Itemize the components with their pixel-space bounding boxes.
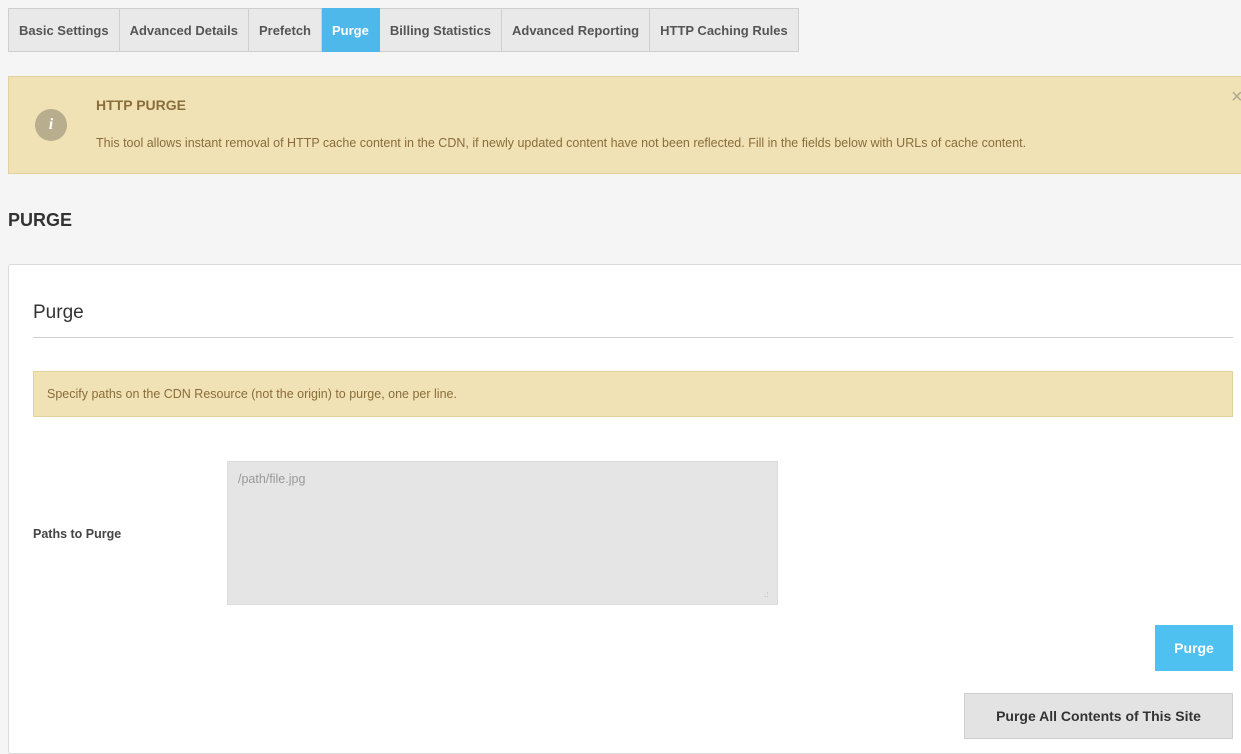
tab-basic-settings[interactable]: Basic Settings (8, 8, 120, 52)
panel-divider (33, 337, 1233, 338)
tab-advanced-reporting[interactable]: Advanced Reporting (501, 8, 651, 52)
tab-http-caching-rules[interactable]: HTTP Caching Rules (650, 8, 799, 52)
purge-instructions-note: Specify paths on the CDN Resource (not t… (33, 371, 1233, 417)
close-icon[interactable]: × (1231, 87, 1241, 107)
tab-bar: Basic Settings Advanced Details Prefetch… (8, 8, 799, 52)
paths-to-purge-input[interactable] (227, 461, 778, 605)
info-alert: i HTTP PURGE This tool allows instant re… (8, 76, 1241, 174)
info-icon: i (35, 109, 67, 141)
tab-prefetch[interactable]: Prefetch (248, 8, 322, 52)
tab-advanced-details[interactable]: Advanced Details (119, 8, 249, 52)
alert-text: This tool allows instant removal of HTTP… (96, 136, 1027, 150)
page-title: PURGE (8, 210, 73, 230)
tab-purge[interactable]: Purge (322, 8, 380, 52)
tab-billing-statistics[interactable]: Billing Statistics (379, 8, 502, 52)
purge-button[interactable]: Purge (1155, 625, 1233, 671)
resize-grip-icon[interactable]: .: (764, 591, 768, 599)
purge-panel: Purge Specify paths on the CDN Resource … (8, 264, 1241, 754)
alert-title: HTTP PURGE (96, 97, 186, 113)
panel-title: Purge (33, 302, 84, 323)
purge-all-button[interactable]: Purge All Contents of This Site (964, 693, 1233, 739)
paths-label: Paths to Purge (33, 527, 122, 541)
